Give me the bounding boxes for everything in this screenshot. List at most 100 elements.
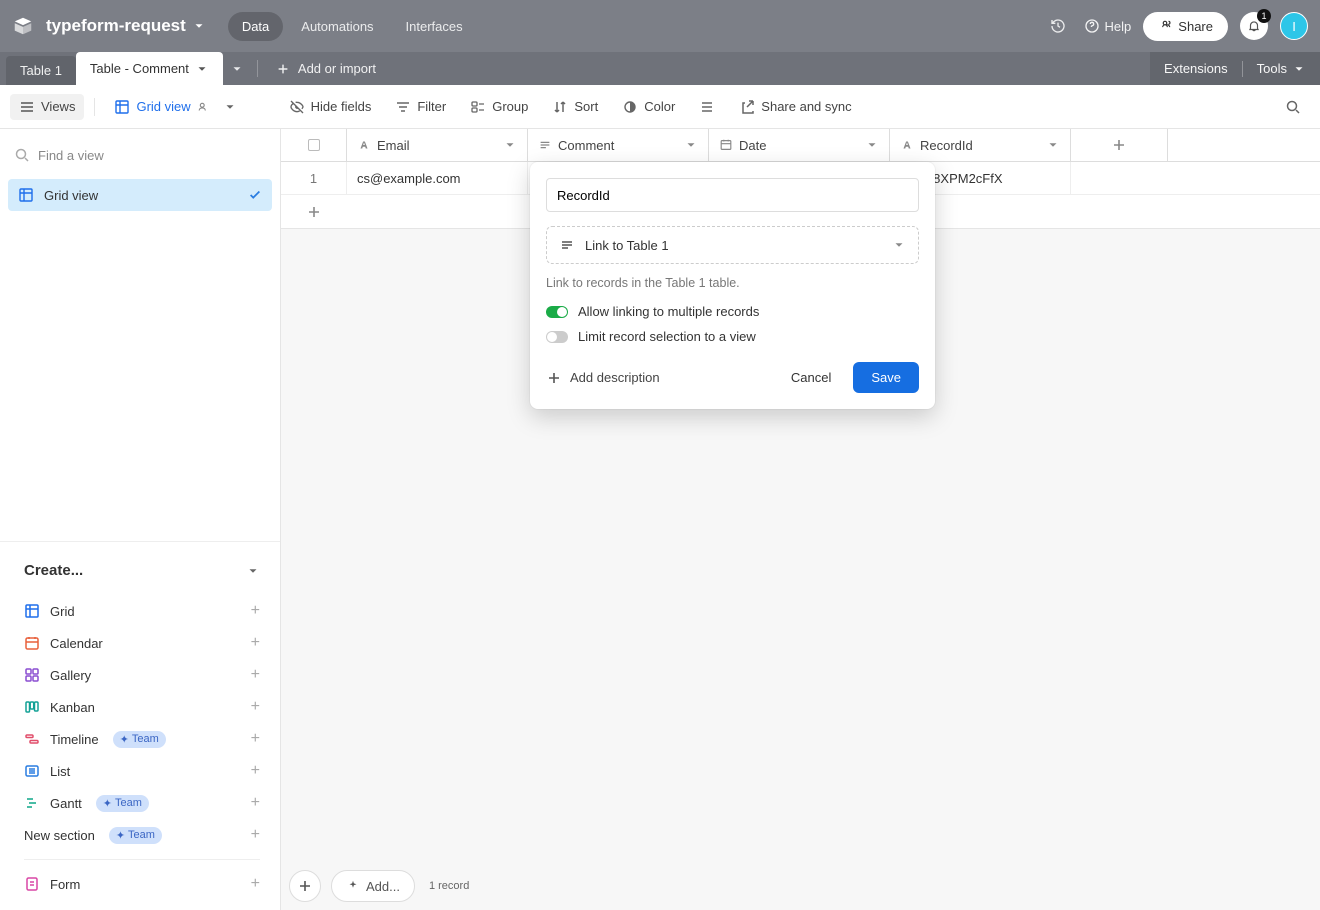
plus-icon: + xyxy=(251,794,260,812)
create-item-label: Calendar xyxy=(50,636,103,651)
limit-view-toggle[interactable] xyxy=(546,331,568,343)
sidebar-view-grid[interactable]: Grid view xyxy=(8,179,272,211)
chevron-down-icon[interactable] xyxy=(223,100,237,114)
share-sync-button[interactable]: Share and sync xyxy=(730,94,860,120)
create-kanban[interactable]: Kanban + xyxy=(24,691,260,723)
add-description-button[interactable]: Add description xyxy=(546,370,660,386)
avatar[interactable]: I xyxy=(1280,12,1308,40)
cell-email[interactable]: cs@example.com xyxy=(347,162,528,194)
nav-tab-data[interactable]: Data xyxy=(228,12,283,41)
create-section-toggle[interactable]: Create... xyxy=(24,552,260,589)
select-all-checkbox[interactable] xyxy=(281,129,347,161)
color-label: Color xyxy=(644,99,675,114)
save-button[interactable]: Save xyxy=(853,362,919,393)
plus-icon: + xyxy=(251,730,260,748)
table-tab-comment[interactable]: Table - Comment xyxy=(76,52,223,85)
chevron-down-icon xyxy=(192,19,206,33)
tables-dropdown[interactable] xyxy=(223,52,251,85)
eye-off-icon xyxy=(289,99,305,115)
group-button[interactable]: Group xyxy=(461,94,537,120)
create-form[interactable]: Form + xyxy=(24,868,260,900)
add-column-button[interactable] xyxy=(1071,129,1168,161)
footer-add-menu-button[interactable]: Add... xyxy=(331,870,415,902)
find-view-placeholder: Find a view xyxy=(38,148,104,163)
airtable-logo-icon[interactable] xyxy=(12,15,34,37)
column-header-comment[interactable]: Comment xyxy=(528,129,709,161)
table-tab-label: Table - Comment xyxy=(90,61,189,76)
views-label: Views xyxy=(41,99,75,114)
current-view-button[interactable]: Grid view xyxy=(105,94,245,120)
calendar-icon xyxy=(24,635,40,651)
plus-icon: + xyxy=(251,875,260,893)
nav-tab-automations[interactable]: Automations xyxy=(287,12,387,41)
chevron-down-icon[interactable] xyxy=(1046,138,1060,152)
add-or-import-button[interactable]: Add or import xyxy=(264,52,388,85)
chevron-down-icon[interactable] xyxy=(865,138,879,152)
column-label: Email xyxy=(377,138,410,153)
create-gantt[interactable]: Gantt ✦ Team + xyxy=(24,787,260,819)
field-type-dropdown[interactable]: Link to Table 1 xyxy=(546,226,919,264)
base-name[interactable]: typeform-request xyxy=(46,16,206,36)
filter-button[interactable]: Filter xyxy=(386,94,455,120)
plus-icon: + xyxy=(251,698,260,716)
share-icon xyxy=(739,99,755,115)
grid-icon xyxy=(18,187,34,203)
create-grid[interactable]: Grid + xyxy=(24,595,260,627)
column-header-date[interactable]: Date xyxy=(709,129,890,161)
help-icon xyxy=(1084,18,1100,34)
table-tab-1[interactable]: Table 1 xyxy=(6,56,76,85)
cancel-button[interactable]: Cancel xyxy=(777,362,845,393)
column-header-recordid[interactable]: RecordId xyxy=(890,129,1071,161)
allow-multi-toggle[interactable] xyxy=(546,306,568,318)
date-icon xyxy=(719,138,733,152)
column-header-email[interactable]: Email xyxy=(347,129,528,161)
create-calendar[interactable]: Calendar + xyxy=(24,627,260,659)
create-gallery[interactable]: Gallery + xyxy=(24,659,260,691)
search-icon xyxy=(14,147,30,163)
list-icon xyxy=(24,763,40,779)
sort-label: Sort xyxy=(574,99,598,114)
hide-fields-button[interactable]: Hide fields xyxy=(280,94,381,120)
create-item-label: List xyxy=(50,764,70,779)
field-type-description: Link to records in the Table 1 table. xyxy=(546,276,919,290)
create-item-label: Grid xyxy=(50,604,75,619)
color-button[interactable]: Color xyxy=(613,94,684,120)
tools-button[interactable]: Tools xyxy=(1257,61,1306,76)
chevron-down-icon[interactable] xyxy=(684,138,698,152)
grid-icon xyxy=(114,99,130,115)
create-item-label: Gallery xyxy=(50,668,91,683)
plus-icon xyxy=(276,62,290,76)
limit-view-label: Limit record selection to a view xyxy=(578,329,756,344)
share-button[interactable]: Share xyxy=(1143,12,1228,41)
create-list[interactable]: List + xyxy=(24,755,260,787)
views-button[interactable]: Views xyxy=(10,94,84,120)
history-icon[interactable] xyxy=(1044,12,1072,40)
allow-multi-label: Allow linking to multiple records xyxy=(578,304,759,319)
plus-icon: + xyxy=(251,826,260,844)
text-field-icon xyxy=(900,138,914,152)
nav-tab-interfaces[interactable]: Interfaces xyxy=(392,12,477,41)
create-item-label: Gantt xyxy=(50,796,82,811)
chevron-down-icon[interactable] xyxy=(195,62,209,76)
footer-add-row-button[interactable] xyxy=(289,870,321,902)
sort-button[interactable]: Sort xyxy=(543,94,607,120)
create-timeline[interactable]: Timeline ✦ Team + xyxy=(24,723,260,755)
help-label: Help xyxy=(1105,19,1132,34)
row-height-button[interactable] xyxy=(690,94,724,120)
column-label: Comment xyxy=(558,138,614,153)
chevron-down-icon[interactable] xyxy=(503,138,517,152)
row-height-icon xyxy=(699,99,715,115)
column-label: Date xyxy=(739,138,766,153)
link-icon xyxy=(559,237,575,253)
create-new-section[interactable]: New section ✦ Team + xyxy=(24,819,260,851)
notifications-button[interactable]: 1 xyxy=(1240,12,1268,40)
search-button[interactable] xyxy=(1276,94,1310,120)
extensions-button[interactable]: Extensions xyxy=(1164,61,1228,76)
add-row-button[interactable] xyxy=(281,204,347,220)
find-view-input[interactable]: Find a view xyxy=(0,139,280,171)
team-badge: ✦ Team xyxy=(113,731,166,748)
team-badge: ✦ Team xyxy=(96,795,149,812)
field-name-input[interactable] xyxy=(546,178,919,212)
help-button[interactable]: Help xyxy=(1084,18,1132,34)
check-icon xyxy=(248,188,262,202)
